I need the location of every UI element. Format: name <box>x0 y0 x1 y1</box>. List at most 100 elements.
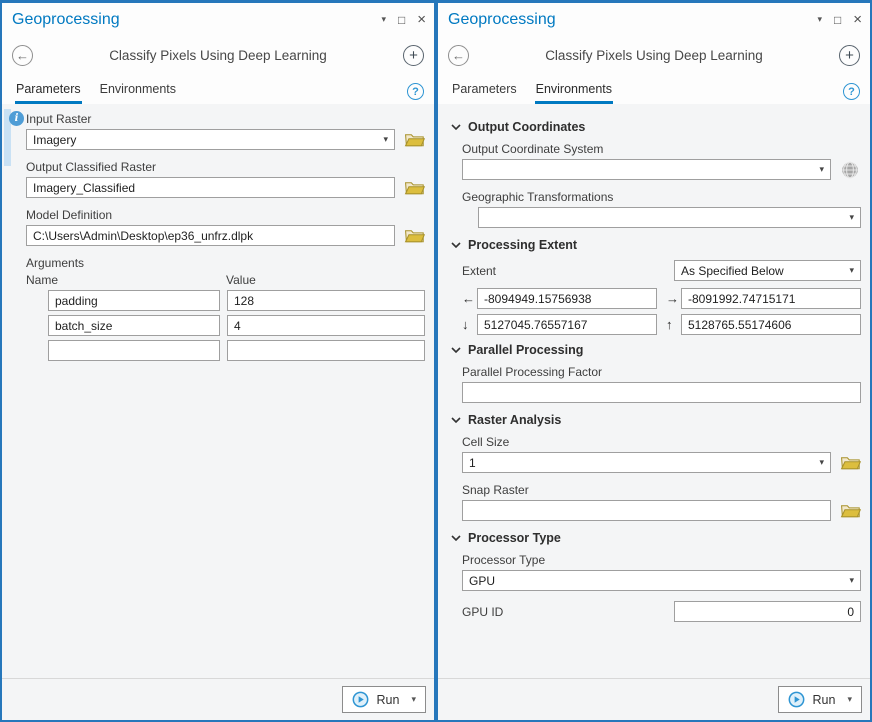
folder-icon <box>404 132 425 148</box>
parameters-form: i Input Raster Imagery ▾ Output Classifi… <box>2 104 434 678</box>
info-icon[interactable]: i <box>9 111 24 126</box>
folder-icon <box>404 228 425 244</box>
browse-folder-button[interactable] <box>839 502 861 519</box>
window-controls: ▾ □ × <box>817 12 862 27</box>
folder-icon <box>840 455 861 471</box>
arguments-group: Arguments Name Value padding 128 batch_s… <box>26 256 425 361</box>
run-options-caret-icon[interactable]: ▾ <box>847 694 852 705</box>
chevron-down-icon: ▾ <box>813 457 824 468</box>
tab-parameters[interactable]: Parameters <box>451 82 518 104</box>
arguments-column-name: Name <box>26 273 226 287</box>
parallel-processing-factor-input[interactable] <box>462 382 861 403</box>
snap-raster-input[interactable] <box>462 500 831 521</box>
back-button[interactable]: ← <box>12 45 33 66</box>
close-icon[interactable]: × <box>853 12 862 27</box>
tab-environments[interactable]: Environments <box>99 82 177 104</box>
run-button[interactable]: Run ▾ <box>778 686 862 713</box>
help-icon[interactable]: ? <box>407 83 424 100</box>
chevron-down-icon: ▾ <box>813 164 824 175</box>
chevron-down-icon: ▾ <box>843 212 854 223</box>
tool-header: ← Classify Pixels Using Deep Learning + <box>438 34 870 76</box>
ocs-combo[interactable]: ▾ <box>462 159 831 180</box>
arrow-down-icon: ↓ <box>462 318 477 331</box>
tab-bar: Parameters Environments ? <box>438 76 870 104</box>
input-raster-group: Input Raster Imagery ▾ <box>26 112 425 150</box>
extent-xmin-input[interactable]: -8094949.15756938 <box>477 288 657 309</box>
table-row: batch_size 4 <box>26 315 425 336</box>
panel-titlebar: Geoprocessing ▾ □ × <box>438 3 870 34</box>
section-header[interactable]: Processor Type <box>451 531 861 545</box>
section-header[interactable]: Parallel Processing <box>451 343 861 357</box>
table-row: padding 128 <box>26 290 425 311</box>
chevron-down-icon <box>451 417 461 423</box>
section-header[interactable]: Processing Extent <box>451 238 861 252</box>
cell-size-combo[interactable]: 1 ▾ <box>462 452 831 473</box>
browse-folder-button[interactable] <box>403 131 425 148</box>
argument-name-input[interactable]: batch_size <box>48 315 220 336</box>
section-title: Parallel Processing <box>468 343 583 357</box>
back-arrow-icon: ← <box>16 49 29 62</box>
model-definition-input[interactable]: C:\Users\Admin\Desktop\ep36_unfrz.dlpk <box>26 225 395 246</box>
run-options-caret-icon[interactable]: ▾ <box>411 694 416 705</box>
geographic-transformations-label: Geographic Transformations <box>462 190 861 204</box>
tab-parameters[interactable]: Parameters <box>15 82 82 104</box>
arguments-column-value: Value <box>226 273 425 287</box>
section-output-coordinates: Output Coordinates Output Coordinate Sys… <box>462 120 861 228</box>
globe-icon <box>841 161 859 179</box>
output-raster-label: Output Classified Raster <box>26 160 425 174</box>
output-raster-value: Imagery_Classified <box>33 181 135 195</box>
output-raster-input[interactable]: Imagery_Classified <box>26 177 395 198</box>
panel-title: Geoprocessing <box>12 11 381 29</box>
panel-menu-icon[interactable]: ▾ <box>381 15 386 24</box>
geographic-transformations-combo[interactable]: ▾ <box>478 207 861 228</box>
gpu-id-input[interactable]: 0 <box>674 601 861 622</box>
help-icon[interactable]: ? <box>843 83 860 100</box>
back-button[interactable]: ← <box>448 45 469 66</box>
extent-label: Extent <box>462 264 674 278</box>
section-header[interactable]: Output Coordinates <box>451 120 861 134</box>
input-raster-combo[interactable]: Imagery ▾ <box>26 129 395 150</box>
app-root: Geoprocessing ▾ □ × ← Classify Pixels Us… <box>0 0 872 722</box>
output-raster-group: Output Classified Raster Imagery_Classif… <box>26 160 425 198</box>
run-button[interactable]: Run ▾ <box>342 686 426 713</box>
chevron-down-icon <box>451 535 461 541</box>
browse-folder-button[interactable] <box>839 454 861 471</box>
add-to-project-button[interactable]: + <box>403 45 424 66</box>
argument-name-input[interactable] <box>48 340 220 361</box>
chevron-down-icon: ▾ <box>377 134 388 145</box>
input-raster-label: Input Raster <box>26 112 425 126</box>
section-header[interactable]: Raster Analysis <box>451 413 861 427</box>
browse-folder-button[interactable] <box>403 227 425 244</box>
argument-value-input[interactable]: 4 <box>227 315 425 336</box>
section-title: Raster Analysis <box>468 413 561 427</box>
close-icon[interactable]: × <box>417 12 426 27</box>
extent-xmax-input[interactable]: -8091992.74715171 <box>681 288 861 309</box>
chevron-down-icon <box>451 124 461 130</box>
extent-xmax: -8091992.74715171 <box>688 292 795 306</box>
panel-menu-icon[interactable]: ▾ <box>817 15 822 24</box>
argument-name-input[interactable]: padding <box>48 290 220 311</box>
processor-type-combo[interactable]: GPU ▾ <box>462 570 861 591</box>
extent-value: As Specified Below <box>681 264 784 278</box>
argument-value-input[interactable] <box>227 340 425 361</box>
float-window-icon[interactable]: □ <box>398 14 405 26</box>
tab-environments[interactable]: Environments <box>535 82 613 104</box>
parallel-processing-factor-label: Parallel Processing Factor <box>462 365 861 379</box>
run-bar: Run ▾ <box>2 678 434 720</box>
browse-folder-button[interactable] <box>403 179 425 196</box>
add-to-project-button[interactable]: + <box>839 45 860 66</box>
extent-xmin: -8094949.15756938 <box>484 292 591 306</box>
float-window-icon[interactable]: □ <box>834 14 841 26</box>
select-coordinate-system-button[interactable] <box>839 161 861 178</box>
panel-titlebar: Geoprocessing ▾ □ × <box>2 3 434 34</box>
window-controls: ▾ □ × <box>381 12 426 27</box>
extent-combo[interactable]: As Specified Below ▾ <box>674 260 861 281</box>
extent-ymin-input[interactable]: 5127045.76557167 <box>477 314 657 335</box>
argument-value-input[interactable]: 128 <box>227 290 425 311</box>
run-label: Run <box>813 693 836 707</box>
extent-ymax-input[interactable]: 5128765.55174606 <box>681 314 861 335</box>
cell-size-value: 1 <box>469 456 476 470</box>
chevron-down-icon <box>451 242 461 248</box>
plus-icon: + <box>409 48 418 63</box>
tool-title: Classify Pixels Using Deep Learning <box>33 48 403 63</box>
